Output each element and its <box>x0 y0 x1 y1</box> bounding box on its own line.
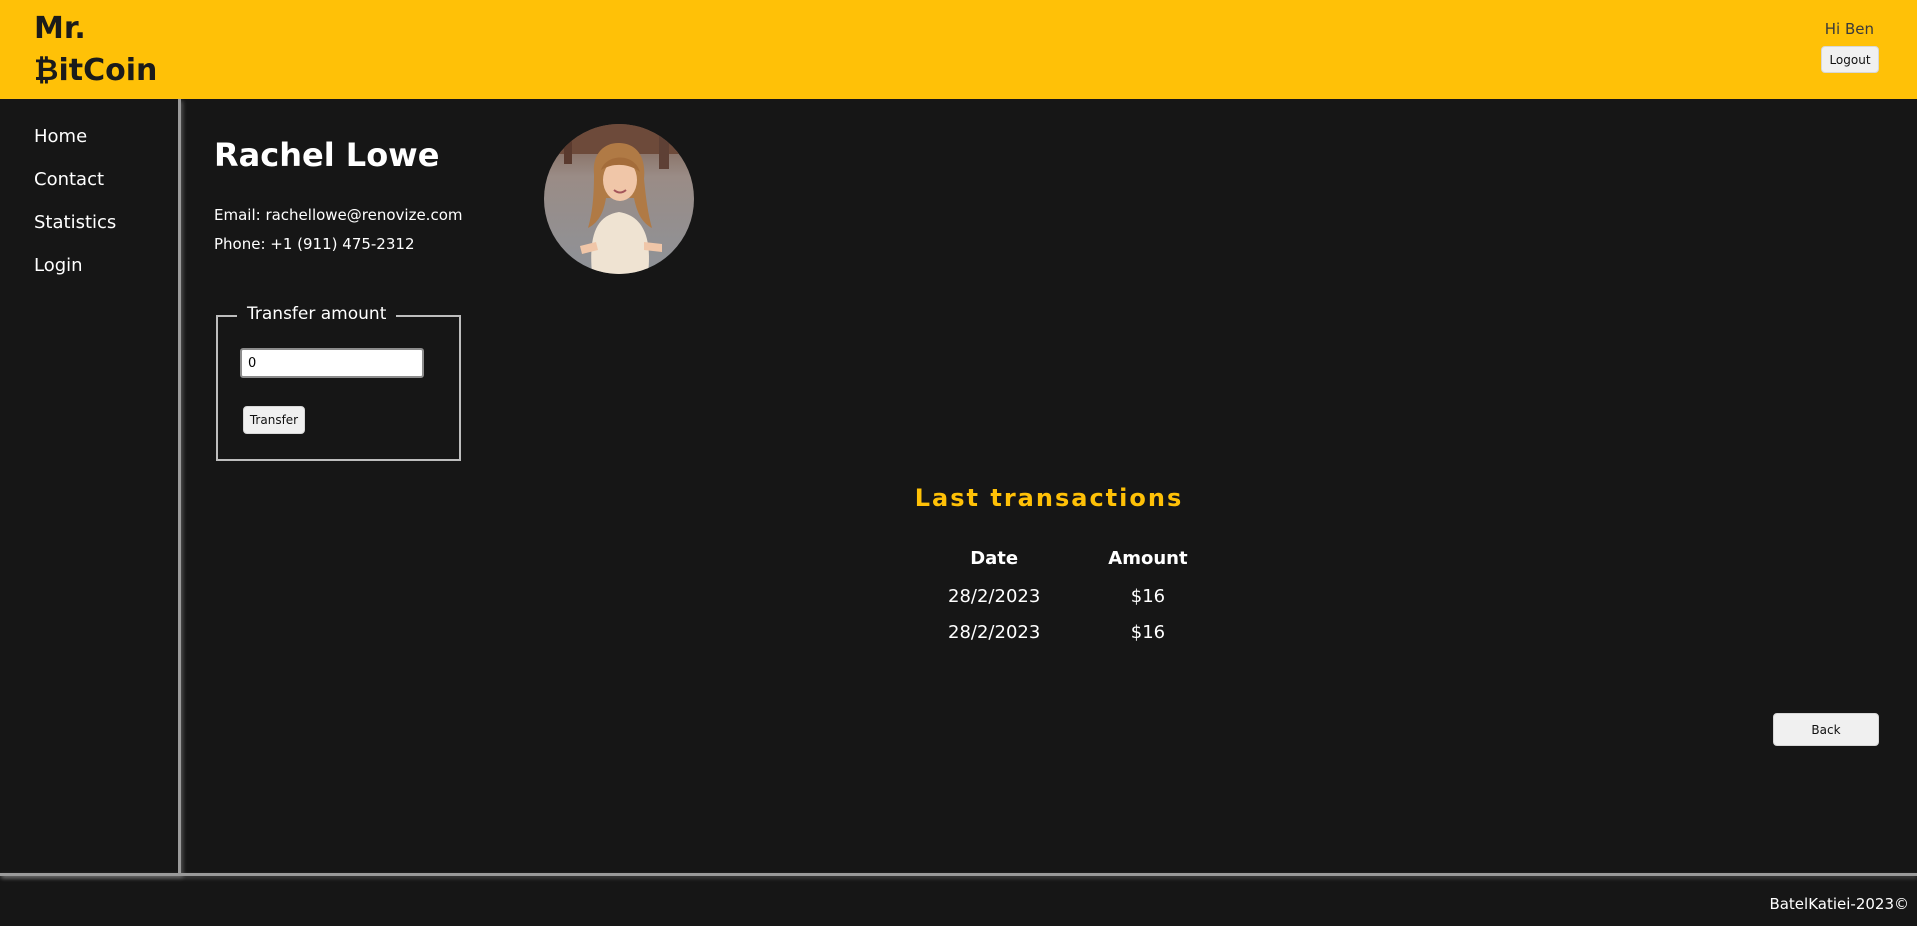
avatar-photo-icon <box>544 124 694 274</box>
table-header-row: Date Amount <box>914 544 1222 578</box>
column-header-amount: Amount <box>1108 547 1188 569</box>
column-header-date: Date <box>970 547 1019 569</box>
transfer-legend: Transfer amount <box>237 304 397 324</box>
sidebar-item-login[interactable]: Login <box>34 255 83 276</box>
transfer-form: Transfer amount Transfer <box>216 304 461 461</box>
contact-avatar <box>544 124 694 274</box>
logo-line-2: ₿itCoin <box>34 53 158 88</box>
logo-line-1: Mr. <box>34 11 86 46</box>
sidebar-item-statistics[interactable]: Statistics <box>34 212 116 233</box>
logout-button[interactable]: Logout <box>1821 46 1879 73</box>
contact-email: Email: rachellowe@renovize.com <box>214 206 463 224</box>
transaction-date: 28/2/2023 <box>948 621 1041 643</box>
transaction-amount: $16 <box>1130 621 1166 643</box>
user-greeting: Hi Ben <box>1824 20 1874 38</box>
back-button[interactable]: Back <box>1773 713 1879 746</box>
transactions-title: Last transactions <box>914 484 1184 512</box>
transactions-table: Date Amount 28/2/2023 $16 28/2/2023 $16 <box>914 544 1222 650</box>
table-row: 28/2/2023 $16 <box>914 578 1222 614</box>
app-logo[interactable]: Mr. ₿itCoin <box>34 8 174 92</box>
top-header: Mr. ₿itCoin Hi Ben Logout <box>0 0 1917 99</box>
amount-input[interactable] <box>240 348 424 378</box>
footer-divider <box>0 873 1917 876</box>
transaction-amount: $16 <box>1130 585 1166 607</box>
contact-name: Rachel Lowe <box>214 136 440 174</box>
sidebar-item-home[interactable]: Home <box>34 126 87 147</box>
table-row: 28/2/2023 $16 <box>914 614 1222 650</box>
sidebar-item-contact[interactable]: Contact <box>34 169 104 190</box>
transaction-date: 28/2/2023 <box>948 585 1041 607</box>
contact-phone: Phone: +1 (911) 475-2312 <box>214 235 415 253</box>
transfer-button[interactable]: Transfer <box>243 406 305 434</box>
footer-copyright: BatelKatiei-2023© <box>1769 895 1909 913</box>
